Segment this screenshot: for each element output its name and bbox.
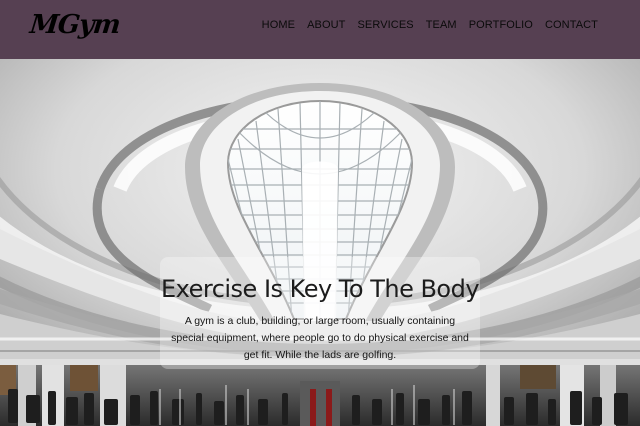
- page: MGym HOME ABOUT SERVICES TEAM PORTFOLIO …: [0, 0, 640, 426]
- brand-logo[interactable]: MGym: [28, 10, 121, 40]
- hero-caption-card: Exercise Is Key To The Body A gym is a c…: [160, 257, 480, 369]
- nav-item-home[interactable]: HOME: [256, 19, 301, 31]
- hero-title: Exercise Is Key To The Body: [160, 275, 480, 303]
- nav-item-about[interactable]: ABOUT: [301, 19, 351, 31]
- site-header: MGym HOME ABOUT SERVICES TEAM PORTFOLIO …: [0, 0, 640, 59]
- hero-section: Exercise Is Key To The Body A gym is a c…: [0, 59, 640, 426]
- hero-description: A gym is a club, building, or large room…: [171, 315, 469, 361]
- nav-item-services[interactable]: SERVICES: [351, 19, 419, 31]
- main-nav: HOME ABOUT SERVICES TEAM PORTFOLIO CONTA…: [256, 19, 604, 31]
- nav-item-contact[interactable]: CONTACT: [539, 19, 604, 31]
- gym-ceiling-background-image: [0, 59, 640, 426]
- nav-item-portfolio[interactable]: PORTFOLIO: [463, 19, 539, 31]
- nav-item-team[interactable]: TEAM: [420, 19, 463, 31]
